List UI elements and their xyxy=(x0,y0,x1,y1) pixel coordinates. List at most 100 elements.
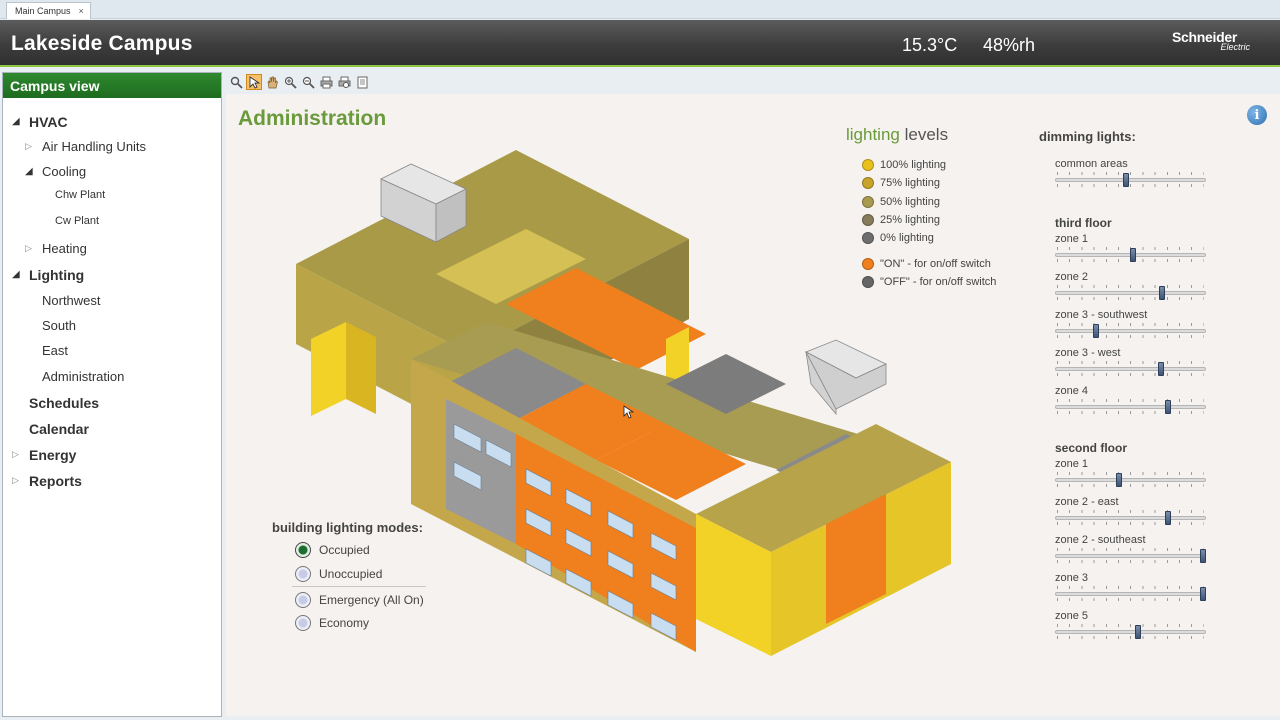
expanded-triangle-icon[interactable]: ◢ xyxy=(12,269,20,280)
collapsed-triangle-icon[interactable]: ▷ xyxy=(12,449,19,460)
slider-track xyxy=(1055,516,1206,520)
sidebar-item-energy[interactable]: Energy xyxy=(29,447,76,463)
sidebar-item-south[interactable]: South xyxy=(42,318,76,333)
slider-thumb[interactable] xyxy=(1130,248,1137,262)
sidebar-item-reports[interactable]: Reports xyxy=(29,473,82,489)
dimming-slider-second-floor-zone-5[interactable] xyxy=(1055,624,1206,639)
dimming-slider-second-floor-zone-2-east[interactable] xyxy=(1055,510,1206,525)
radio-button[interactable] xyxy=(295,542,311,558)
slider-track xyxy=(1055,554,1206,558)
slider-ticks xyxy=(1057,472,1204,475)
info-icon[interactable]: i xyxy=(1247,105,1267,125)
slider-ticks xyxy=(1057,361,1204,364)
sidebar-item-air-handling-units[interactable]: Air Handling Units xyxy=(42,139,146,154)
sidebar-item-label: Schedules xyxy=(29,395,100,411)
slider-ticks xyxy=(1057,636,1204,639)
sidebar-item-label: Calendar xyxy=(29,421,89,437)
sidebar-item-label: Heating xyxy=(42,241,87,256)
sidebar-item-label: Northwest xyxy=(42,293,101,308)
dimming-slider-third-floor-zone-2[interactable] xyxy=(1055,285,1206,300)
close-tab-icon[interactable]: × xyxy=(79,4,84,19)
collapsed-triangle-icon[interactable]: ▷ xyxy=(12,475,19,486)
sidebar-item-label: South xyxy=(42,318,76,333)
zoom-fit-icon[interactable] xyxy=(228,74,244,90)
collapsed-triangle-icon[interactable]: ▷ xyxy=(25,141,32,152)
mode-option-occupied[interactable]: Occupied xyxy=(295,542,370,558)
tab-main-campus[interactable]: Main Campus × xyxy=(6,2,91,19)
slider-track xyxy=(1055,291,1206,295)
slider-thumb[interactable] xyxy=(1157,362,1164,376)
dimming-slider-third-floor-zone-3-southwest[interactable] xyxy=(1055,323,1206,338)
zoom-in-icon[interactable] xyxy=(282,74,298,90)
collapsed-triangle-icon[interactable]: ▷ xyxy=(25,243,32,254)
zoom-out-icon[interactable] xyxy=(300,74,316,90)
dimming-slider-third-floor-zone-4[interactable] xyxy=(1055,399,1206,414)
legend-swatch-icon xyxy=(862,214,874,226)
dimming-slider-second-floor-zone-1[interactable] xyxy=(1055,472,1206,487)
slider-ticks xyxy=(1057,172,1204,175)
print-preview-icon[interactable] xyxy=(336,74,352,90)
slider-ticks xyxy=(1057,399,1204,402)
slider-thumb[interactable] xyxy=(1134,625,1141,639)
tab-label: Main Campus xyxy=(15,5,71,16)
sidebar-title: Campus view xyxy=(3,73,221,98)
dimming-slider-second-floor-zone-2-southeast[interactable] xyxy=(1055,548,1206,563)
slider-label: common areas xyxy=(1055,158,1128,170)
expanded-triangle-icon[interactable]: ◢ xyxy=(12,116,20,127)
sidebar-item-administration[interactable]: Administration xyxy=(42,369,124,384)
slider-thumb[interactable] xyxy=(1159,286,1166,300)
slider-label: zone 2 - southeast xyxy=(1055,534,1146,546)
legend-swatch-icon xyxy=(862,276,874,288)
sidebar-item-east[interactable]: East xyxy=(42,343,68,358)
sidebar-item-chw-plant[interactable]: Chw Plant xyxy=(55,189,105,201)
print-icon[interactable] xyxy=(318,74,334,90)
slider-label: zone 5 xyxy=(1055,610,1089,622)
mode-option-unoccupied[interactable]: Unoccupied xyxy=(295,566,382,582)
page-setup-icon[interactable] xyxy=(354,74,370,90)
slider-label: zone 3 xyxy=(1055,572,1089,584)
mode-option-economy[interactable]: Economy xyxy=(295,615,369,631)
sidebar-item-schedules[interactable]: Schedules xyxy=(29,395,99,411)
slider-ticks xyxy=(1057,323,1204,326)
slider-track xyxy=(1055,478,1206,482)
slider-thumb[interactable] xyxy=(1092,324,1099,338)
slider-track xyxy=(1055,329,1206,333)
pan-hand-icon[interactable] xyxy=(264,74,280,90)
sidebar-item-cw-plant[interactable]: Cw Plant xyxy=(55,215,99,227)
dimming-slider-common-common-areas[interactable] xyxy=(1055,172,1206,187)
slider-label: zone 4 xyxy=(1055,385,1089,397)
mode-option-emergency-all-on[interactable]: Emergency (All On) xyxy=(295,592,424,608)
sidebar-item-hvac[interactable]: HVAC xyxy=(29,114,68,130)
sidebar-item-calendar[interactable]: Calendar xyxy=(29,421,89,437)
legend-swatch-icon xyxy=(862,258,874,270)
slider-thumb[interactable] xyxy=(1200,549,1206,563)
dimming-slider-third-floor-zone-3-west[interactable] xyxy=(1055,361,1206,376)
mode-label: Unoccupied xyxy=(319,567,383,581)
select-pointer-icon[interactable] xyxy=(246,74,262,90)
legend-label: "OFF" - for on/off switch xyxy=(880,276,997,288)
sidebar-item-label: Cw Plant xyxy=(55,215,100,227)
legend-title-highlight: lighting xyxy=(846,125,900,144)
expanded-triangle-icon[interactable]: ◢ xyxy=(25,166,33,177)
radio-button[interactable] xyxy=(295,566,311,582)
slider-label: zone 1 xyxy=(1055,233,1089,245)
dimming-slider-third-floor-zone-1[interactable] xyxy=(1055,247,1206,262)
legend-swatch-icon xyxy=(862,232,874,244)
sidebar-item-lighting[interactable]: Lighting xyxy=(29,267,84,283)
slider-thumb[interactable] xyxy=(1200,587,1206,601)
slider-thumb[interactable] xyxy=(1115,473,1122,487)
sidebar-item-cooling[interactable]: Cooling xyxy=(42,164,86,179)
slider-thumb[interactable] xyxy=(1123,173,1130,187)
slider-label: zone 1 xyxy=(1055,458,1089,470)
sidebar-item-northwest[interactable]: Northwest xyxy=(42,293,101,308)
tab-strip: Main Campus × xyxy=(0,0,1280,19)
slider-thumb[interactable] xyxy=(1165,511,1172,525)
schneider-electric-logo: Schneider Electric xyxy=(1172,29,1254,59)
sidebar-item-heating[interactable]: Heating xyxy=(42,241,87,256)
radio-button[interactable] xyxy=(295,615,311,631)
slider-ticks xyxy=(1057,297,1204,300)
slider-ticks xyxy=(1057,624,1204,627)
dimming-slider-second-floor-zone-3[interactable] xyxy=(1055,586,1206,601)
radio-button[interactable] xyxy=(295,592,311,608)
slider-thumb[interactable] xyxy=(1165,400,1172,414)
